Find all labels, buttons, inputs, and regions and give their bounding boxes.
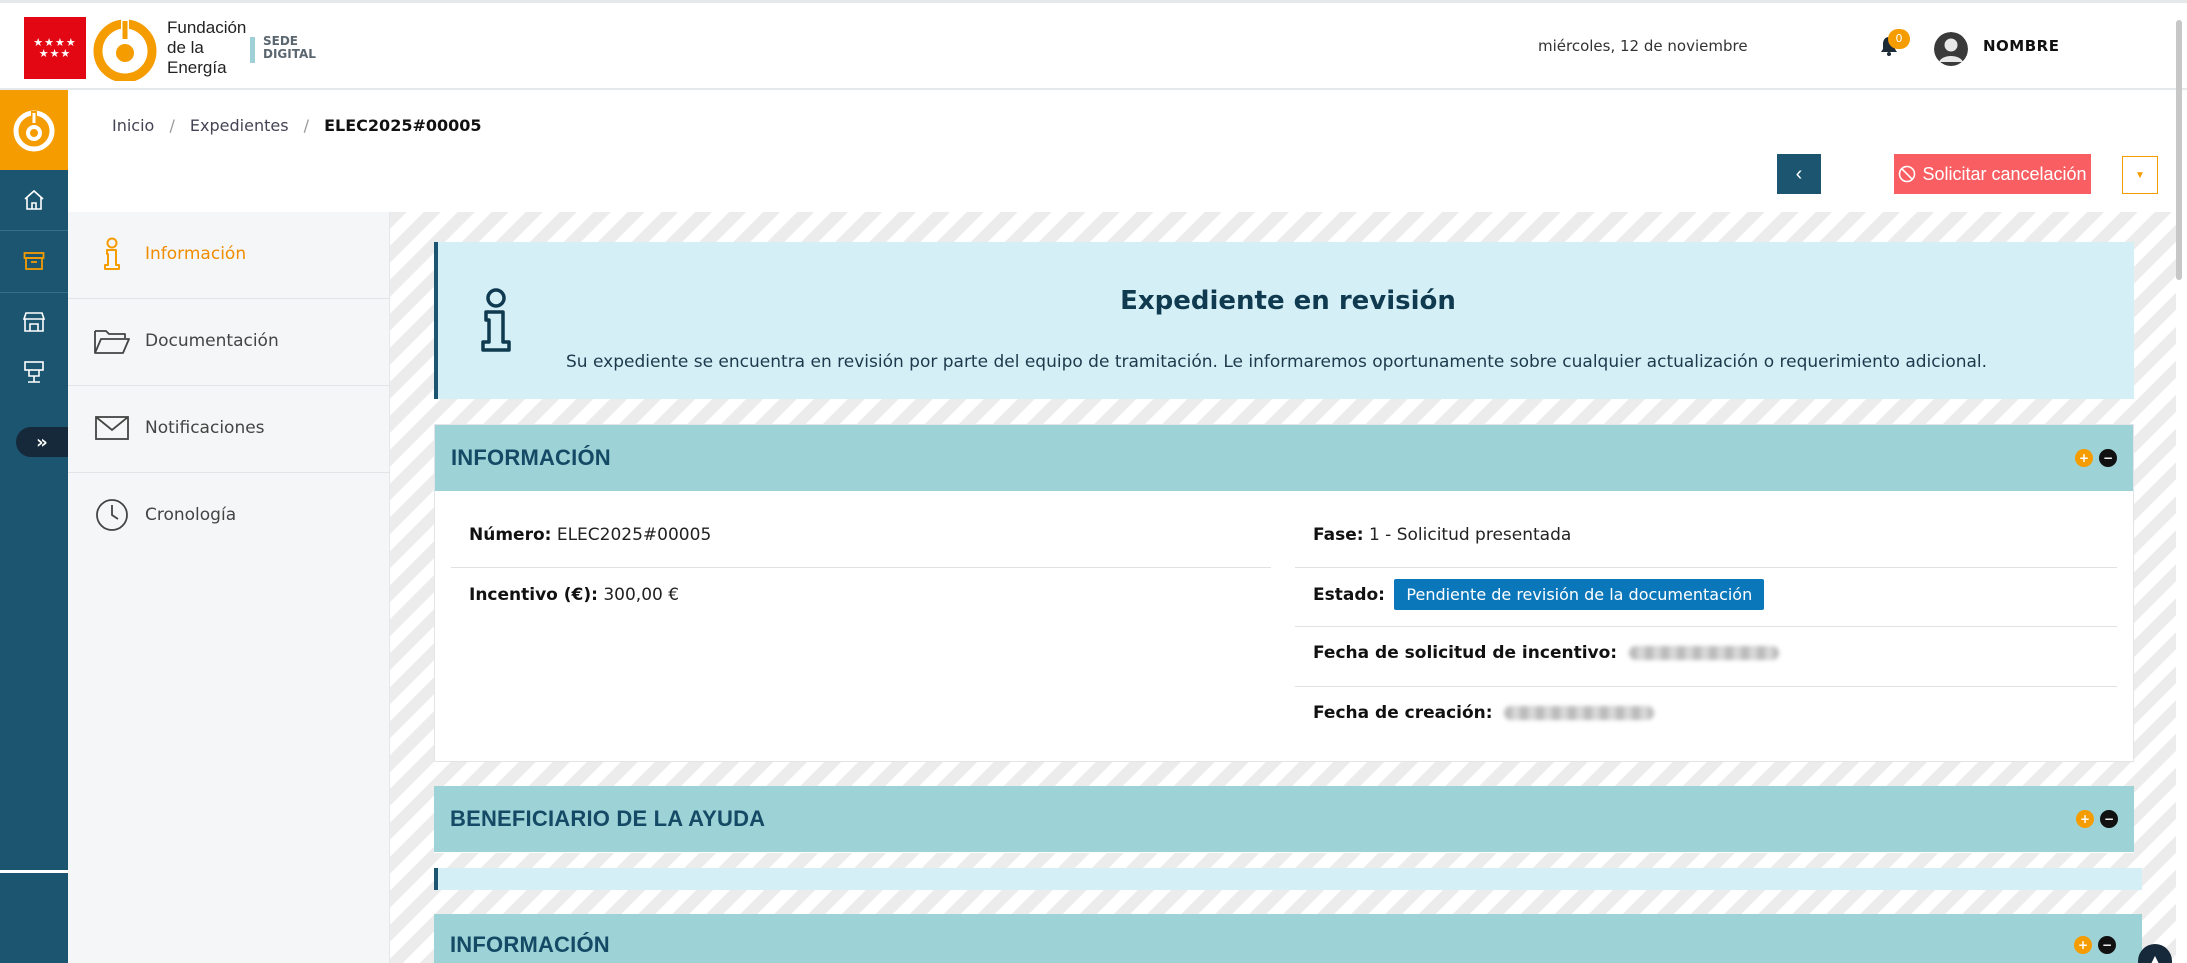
kiosk-icon [24,361,44,383]
rail-home[interactable] [0,170,68,230]
notification-count-badge: 0 [1888,29,1910,49]
sede-digital-label: SEDE DIGITAL [263,34,316,61]
top-header: ★★★★ ★★★ Fundación de la Energía SEDE DI… [0,0,2187,90]
current-date: miércoles, 12 de noviembre [1538,37,1748,55]
org-name: Fundación de la Energía [167,18,247,77]
collapse-icon[interactable]: − [2098,936,2116,954]
expand-icon[interactable]: + [2075,449,2093,467]
field-fase: Fase: 1 - Solicitud presentada [1313,525,1572,545]
field-fecha-solicitud: Fecha de solicitud de incentivo: [1313,643,1779,663]
double-chevron-right-icon: » [36,431,48,453]
section-nav: Información Documentación Notificaciones… [68,212,390,963]
field-incentivo: Incentivo (€): 300,00 € [469,585,680,605]
redacted-value [1628,646,1779,660]
scroll-to-top-button[interactable]: ▲ [2138,944,2172,963]
main-content: Expediente en revisión Su expediente se … [390,212,2176,963]
user-name[interactable]: NOMBRE [1983,37,2059,55]
rail-kiosk[interactable] [0,342,68,402]
logo-divider [250,37,255,63]
folder-icon [94,330,130,354]
back-button[interactable]: ‹ [1777,154,1821,194]
request-cancellation-button[interactable]: Solicitar cancelación [1894,154,2091,194]
redacted-value [1504,706,1654,720]
field-numero: Número: ELEC2025#00005 [469,525,712,545]
section-nav-notificaciones[interactable]: Notificaciones [68,386,390,473]
avatar[interactable] [1934,32,1968,66]
rail-logo[interactable] [0,90,68,170]
sidebar-expand-toggle[interactable]: » [16,427,68,457]
fundacion-energia-mark-icon [13,110,55,152]
collapse-icon[interactable]: − [2100,810,2118,828]
clock-icon [96,499,128,531]
alert-title: Expediente en revisión [1120,286,1456,316]
caret-down-icon: ▼ [2135,169,2145,181]
icon-rail: » [0,90,68,963]
beneficiario-card: BENEFICIARIO DE LA AYUDA + − [434,786,2134,853]
status-badge: Pendiente de revisión de la documentació… [1394,579,1765,610]
chevron-up-icon: ▲ [2149,953,2161,963]
field-fecha-creacion: Fecha de creación: [1313,703,1654,723]
envelope-icon [95,416,129,440]
archive-box-icon [23,252,45,270]
expand-icon[interactable]: + [2076,810,2094,828]
field-estado: Estado: Pendiente de revisión de la docu… [1313,579,1765,610]
breadcrumb-expedientes[interactable]: Expedientes [190,116,289,135]
info-card-secondary: INFORMACIÓN + − [434,914,2142,963]
section-nav-documentacion[interactable]: Documentación [68,299,390,386]
store-icon [22,312,46,332]
section-nav-informacion[interactable]: Información [68,212,390,299]
info-card: INFORMACIÓN + − Número: ELEC2025#00005 I… [434,424,2134,762]
chevron-left-icon: ‹ [1795,162,1803,185]
ban-icon [1899,165,1916,183]
home-icon [24,189,44,210]
breadcrumb-inicio[interactable]: Inicio [112,116,154,135]
rail-expedientes[interactable] [0,231,68,291]
expand-icon[interactable]: + [2074,936,2092,954]
review-status-alert: Expediente en revisión Su expediente se … [434,242,2134,399]
breadcrumb-current: ELEC2025#00005 [324,116,482,135]
beneficiario-card-title: BENEFICIARIO DE LA AYUDA [450,806,766,831]
actions-dropdown-button[interactable]: ▼ [2122,156,2158,194]
breadcrumb: Inicio / Expedientes / ELEC2025#00005 [112,116,482,135]
info-card-header[interactable]: INFORMACIÓN + − [435,425,2133,491]
info-card-secondary-title: INFORMACIÓN [450,932,610,957]
beneficiario-card-header[interactable]: BENEFICIARIO DE LA AYUDA + − [434,786,2134,852]
section-nav-cronologia[interactable]: Cronología [68,473,390,560]
comunidad-madrid-logo[interactable]: ★★★★ ★★★ [24,17,86,79]
info-card-secondary-header[interactable]: INFORMACIÓN + − [434,914,2142,963]
info-icon [104,237,120,270]
collapse-icon[interactable]: − [2099,449,2117,467]
page-scrollbar[interactable] [2176,20,2182,280]
alert-text: Su expediente se encuentra en revisión p… [566,352,1988,372]
alert-strip [434,868,2142,890]
info-card-title: INFORMACIÓN [451,445,611,470]
user-avatar-icon [1934,32,1968,66]
fundacion-energia-logo-icon[interactable] [92,15,158,81]
